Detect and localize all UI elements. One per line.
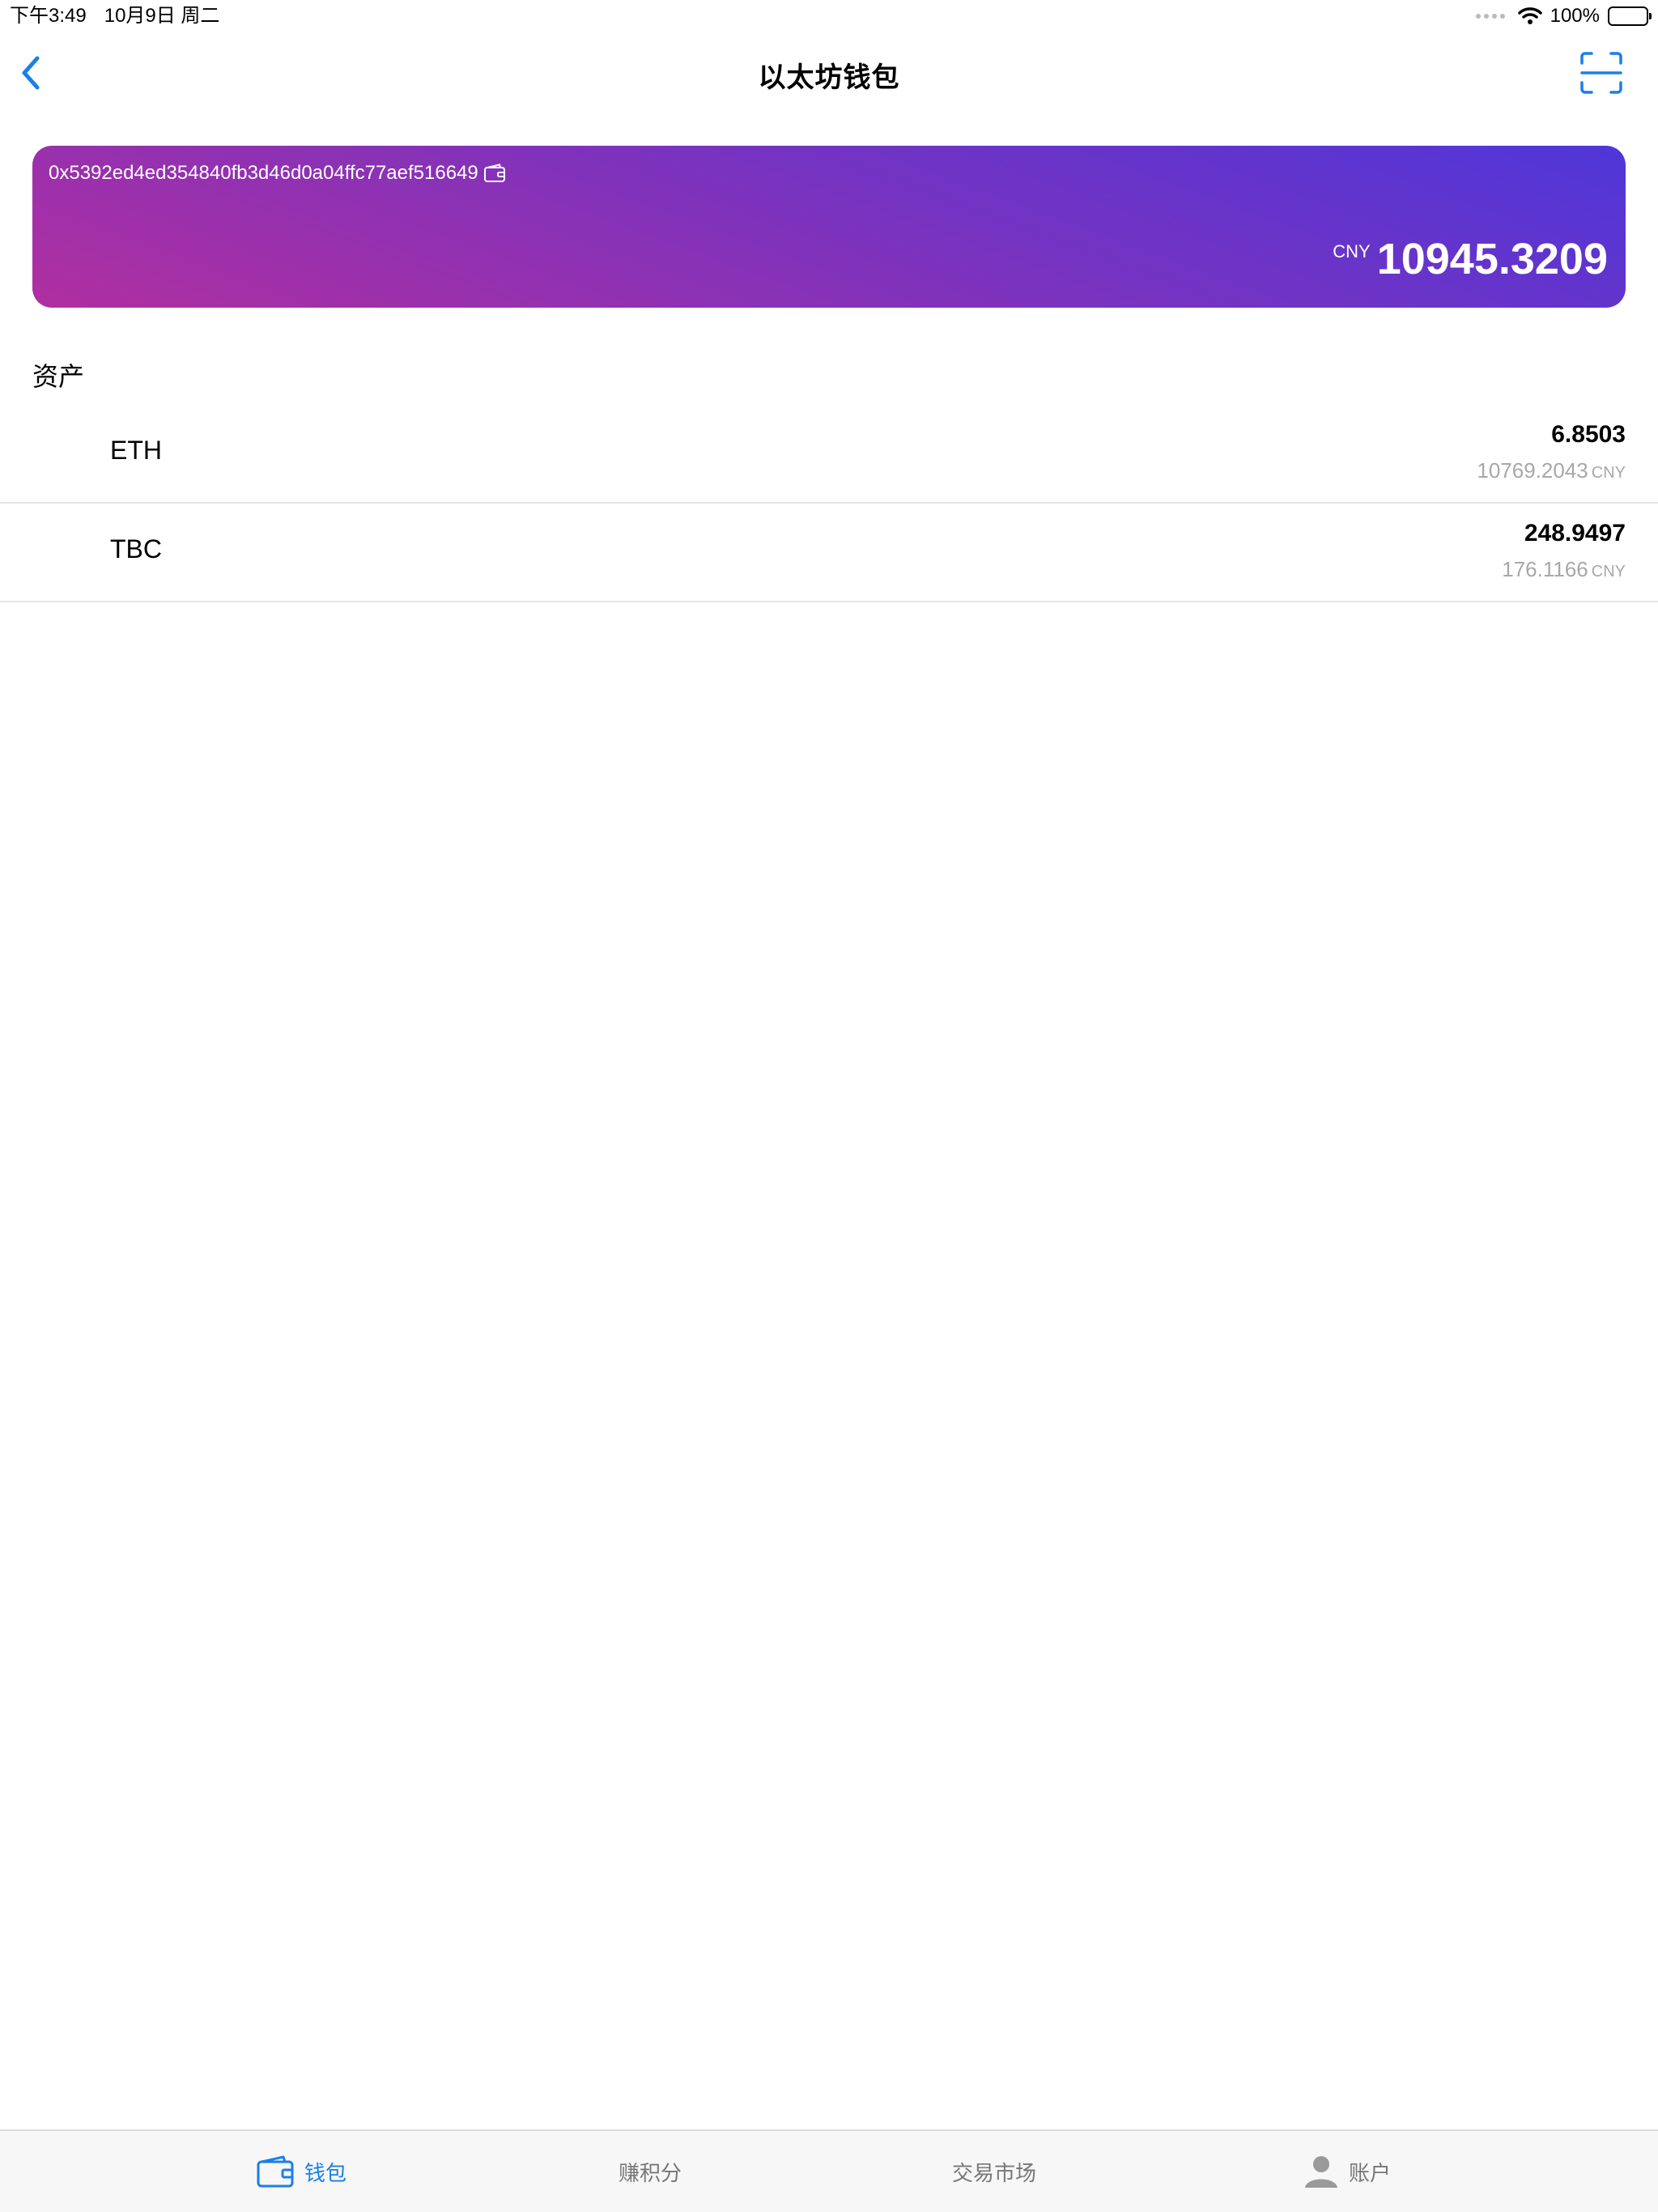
- battery-icon: [1608, 6, 1652, 26]
- asset-fiat-value: 176.1166 CNY: [1502, 557, 1626, 582]
- tab-wallet[interactable]: 钱包: [256, 2131, 346, 2212]
- asset-amount: 248.9497: [1524, 520, 1626, 547]
- person-icon: [1305, 2156, 1337, 2188]
- scan-qr-button[interactable]: [1579, 50, 1624, 96]
- wallet-icon: [257, 2155, 294, 2188]
- asset-fiat-unit: CNY: [1591, 563, 1626, 581]
- asset-symbol: ETH: [110, 436, 162, 465]
- balance-value: 10945.3209: [1376, 235, 1608, 283]
- asset-amount: 6.8503: [1551, 421, 1626, 448]
- asset-row-eth[interactable]: ETH 6.8503 10769.2043 CNY: [0, 405, 1658, 504]
- status-right: 100%: [1475, 0, 1652, 32]
- navigation-bar: 以太坊钱包: [0, 32, 1658, 113]
- tab-bar: 钱包 赚积分 交易市场 账户: [0, 2129, 1658, 2212]
- asset-list: ETH 6.8503 10769.2043 CNY TBC 248.9497 17…: [0, 405, 1658, 602]
- asset-fiat-amount: 176.1166: [1502, 557, 1588, 581]
- wallet-card: 0x5392ed4ed354840fb3d46d0a04ffc77aef5166…: [32, 146, 1626, 308]
- tab-label: 账户: [1349, 2160, 1392, 2185]
- wallet-address-copy[interactable]: 0x5392ed4ed354840fb3d46d0a04ffc77aef5166…: [49, 162, 506, 185]
- wallet-icon: [483, 164, 505, 182]
- asset-fiat-value: 10769.2043 CNY: [1477, 458, 1626, 483]
- asset-fiat-unit: CNY: [1591, 464, 1626, 482]
- status-left: 下午3:49 10月9日 周二: [10, 0, 219, 32]
- tab-label: 钱包: [304, 2160, 347, 2185]
- status-date: 10月9日 周二: [104, 5, 220, 27]
- status-time: 下午3:49: [10, 5, 87, 27]
- page: 下午3:49 10月9日 周二 100% 以太坊钱包 0x5392ed4ed35…: [0, 0, 1658, 2212]
- tab-market[interactable]: 交易市场: [952, 2131, 1036, 2212]
- wallet-address: 0x5392ed4ed354840fb3d46d0a04ffc77aef5166…: [49, 162, 478, 184]
- status-bar: 下午3:49 10月9日 周二 100%: [0, 0, 1658, 32]
- cellular-signal-icon: [1475, 14, 1505, 19]
- tab-label: 交易市场: [952, 2160, 1037, 2185]
- tab-account[interactable]: 账户: [1303, 2131, 1391, 2212]
- wallet-balance: CNY 10945.3209: [1333, 235, 1608, 283]
- battery-percentage: 100%: [1550, 5, 1600, 27]
- assets-section-title: 资产: [32, 362, 85, 391]
- asset-fiat-amount: 10769.2043: [1477, 458, 1588, 483]
- page-title: 以太坊钱包: [758, 62, 900, 93]
- asset-symbol: TBC: [110, 534, 162, 564]
- tab-earn-points[interactable]: 赚积分: [619, 2131, 682, 2212]
- asset-row-tbc[interactable]: TBC 248.9497 176.1166 CNY: [0, 504, 1658, 602]
- balance-currency: CNY: [1333, 241, 1371, 262]
- wifi-icon: [1517, 7, 1542, 24]
- tab-label: 赚积分: [619, 2160, 682, 2185]
